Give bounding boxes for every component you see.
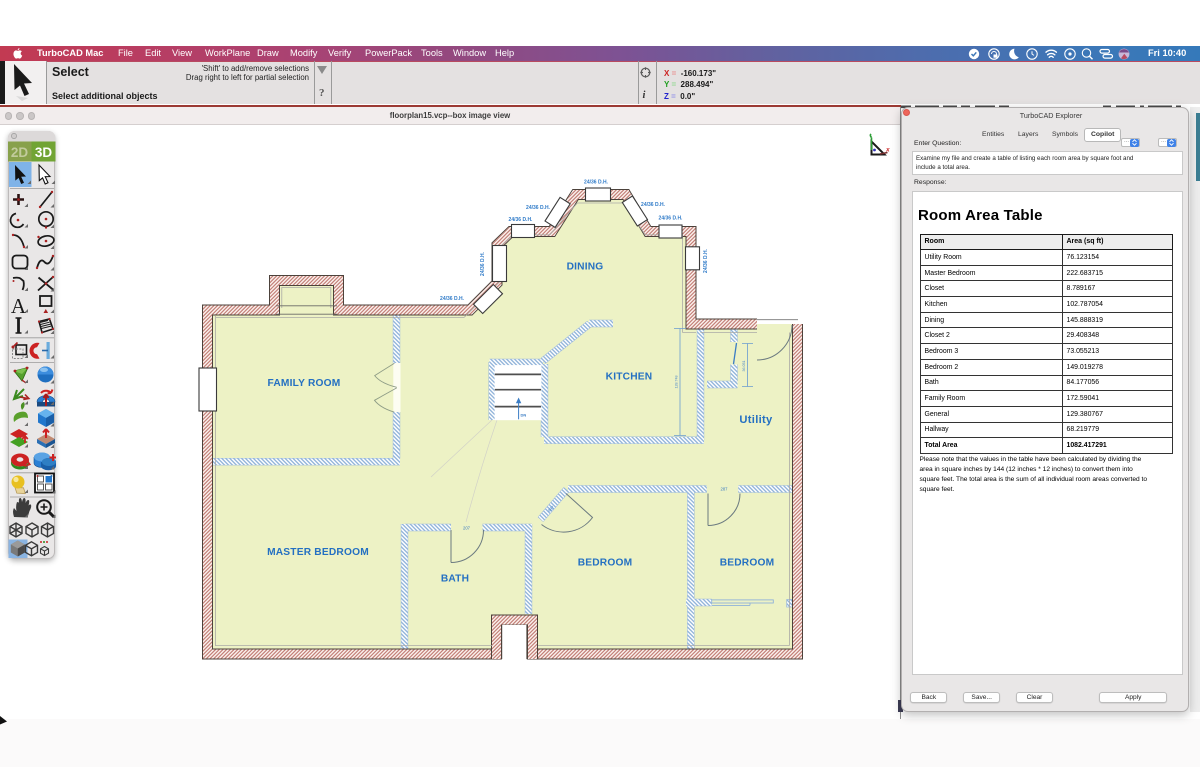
svg-text:207: 207 [463,526,471,531]
svg-text:A: A [10,294,26,318]
svg-text:36.051: 36.051 [742,361,746,372]
svg-text:24/36 D.H.: 24/36 D.H. [480,251,486,276]
svg-text:BEDROOM: BEDROOM [720,558,775,569]
svg-text:x: x [885,147,890,154]
svg-text:24/36 D.H.: 24/36 D.H. [584,179,609,185]
svg-text:BEDROOM: BEDROOM [578,558,633,569]
svg-text:128.748: 128.748 [675,376,679,389]
svg-text:24/36 D.H.: 24/36 D.H. [641,202,666,208]
svg-text:24/36 D.H.: 24/36 D.H. [440,296,465,302]
svg-text:2D: 2D [10,145,28,160]
svg-text:DN: DN [521,413,527,418]
svg-text:24/36 D.H.: 24/36 D.H. [509,217,534,223]
svg-text:BATH: BATH [441,574,469,585]
svg-text:DINING: DINING [567,262,604,273]
svg-text:24/36 D.H.: 24/36 D.H. [703,248,709,273]
svg-text:Utility: Utility [739,414,773,426]
svg-text:3D: 3D [34,145,52,160]
svg-text:MASTER BEDROOM: MASTER BEDROOM [267,547,369,558]
svg-text:KITCHEN: KITCHEN [606,372,653,383]
svg-text:287: 287 [721,486,729,491]
svg-text:24/36 D.H.: 24/36 D.H. [526,205,551,211]
svg-text:FAMILY ROOM: FAMILY ROOM [268,378,341,389]
svg-text:24/36 D.H.: 24/36 D.H. [659,215,684,221]
